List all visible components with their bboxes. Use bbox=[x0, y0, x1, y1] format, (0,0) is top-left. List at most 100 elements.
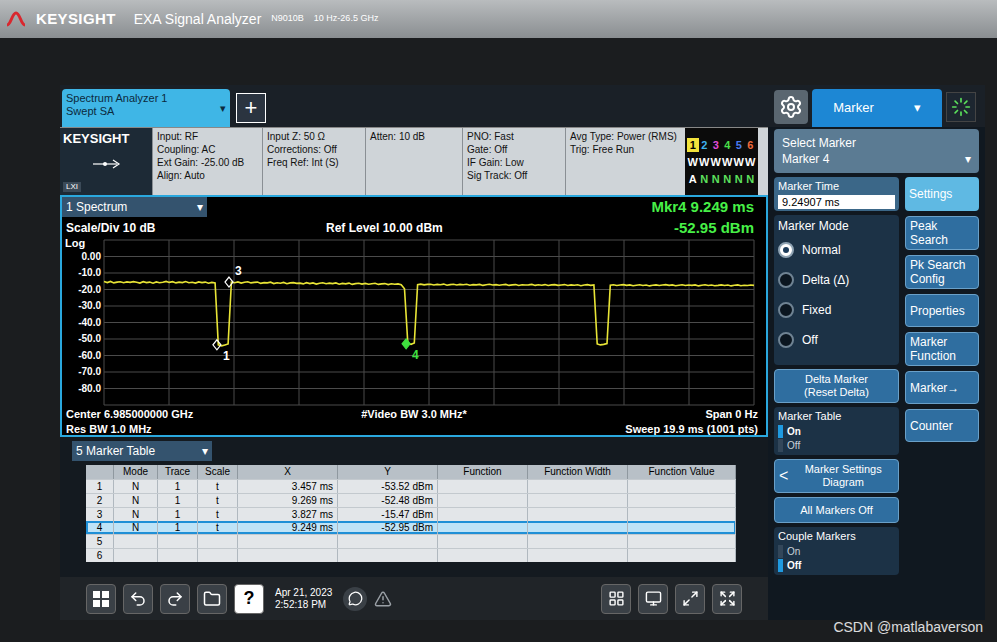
svg-text:3: 3 bbox=[235, 264, 242, 278]
marker-table-row[interactable]: 5 bbox=[86, 534, 736, 548]
marker-time-field[interactable]: 9.24907 ms bbox=[778, 195, 895, 209]
redo-button[interactable] bbox=[160, 584, 190, 614]
add-tab-button[interactable]: + bbox=[236, 93, 266, 123]
column-header: Y bbox=[338, 465, 438, 479]
chart-marker[interactable]: 3 bbox=[225, 264, 242, 287]
trace-number[interactable]: 2 bbox=[699, 138, 711, 152]
toggle-option[interactable]: Off bbox=[778, 559, 895, 572]
table-cell: 5 bbox=[86, 535, 114, 548]
measurement-tab[interactable]: Spectrum Analyzer 1Swept SA▾ bbox=[62, 89, 230, 127]
input-arrow-icon bbox=[91, 159, 121, 169]
settings-button[interactable] bbox=[774, 90, 808, 124]
select-marker[interactable]: Select MarkerMarker 4▾ bbox=[774, 129, 979, 173]
menu-button[interactable]: Pk Search Config bbox=[905, 255, 979, 289]
mode-radio[interactable]: Normal bbox=[778, 242, 895, 258]
trace-number[interactable]: 6 bbox=[745, 138, 757, 152]
grid-icon bbox=[608, 590, 625, 607]
redo-icon bbox=[166, 590, 184, 608]
folder-icon bbox=[203, 590, 221, 608]
table-cell: 4 bbox=[86, 521, 114, 534]
table-cell bbox=[628, 521, 736, 534]
help-button[interactable]: ? bbox=[234, 584, 264, 614]
toggle-option[interactable]: Off bbox=[778, 439, 895, 452]
menu-panel: Marker▾Select MarkerMarker 4▾Marker Time… bbox=[768, 85, 985, 620]
table-cell: 1 bbox=[158, 508, 198, 521]
marker-table-title[interactable]: 5 Marker Table▾ bbox=[72, 441, 212, 461]
layout-button[interactable] bbox=[601, 584, 631, 614]
mode-radio[interactable]: Delta (Δ) bbox=[778, 272, 895, 288]
trace-type: W bbox=[733, 155, 745, 169]
table-cell bbox=[628, 494, 736, 507]
column-header: Function Value bbox=[628, 465, 736, 479]
keysight-logo-icon bbox=[6, 11, 26, 27]
trace-number[interactable]: 5 bbox=[733, 138, 745, 152]
table-cell bbox=[438, 494, 528, 507]
maximize-icon bbox=[682, 590, 699, 607]
table-cell bbox=[628, 549, 736, 562]
y-tick: -50.0 bbox=[78, 333, 101, 345]
multi-view-button[interactable] bbox=[675, 584, 705, 614]
marker-table-row[interactable]: 2N1t9.269 ms-52.48 dBm bbox=[86, 493, 736, 507]
settings-group: Input Z: 50 ΩCorrections: OffFreq Ref: I… bbox=[262, 128, 365, 195]
table-cell: 1 bbox=[158, 494, 198, 507]
table-cell bbox=[438, 521, 528, 534]
trace-number[interactable]: 1 bbox=[687, 138, 699, 152]
menu-tab[interactable]: Marker▾ bbox=[812, 89, 942, 127]
marker-table-row[interactable]: 6 bbox=[86, 548, 736, 562]
chart-marker[interactable]: 1 bbox=[213, 340, 230, 363]
marker-table-row[interactable]: 1N1t3.457 ms-53.52 dBm bbox=[86, 479, 736, 493]
table-cell: N bbox=[114, 521, 158, 534]
svg-text:4: 4 bbox=[412, 348, 419, 362]
table-cell: t bbox=[198, 508, 238, 521]
marker-table-row[interactable]: 3N1t3.827 ms-15.47 dBm bbox=[86, 507, 736, 521]
file-button[interactable] bbox=[197, 584, 227, 614]
menu-button[interactable]: Marker→ bbox=[905, 371, 979, 404]
settings-diagram-button[interactable]: <Marker Settings Diagram bbox=[774, 459, 899, 493]
delta-marker-button[interactable]: Delta Marker(Reset Delta) bbox=[774, 369, 899, 403]
all-markers-off-button[interactable]: All Markers Off bbox=[774, 497, 899, 523]
y-axis: Log0.00-10.0-20.0-30.0-40.0-50.0-60.0-70… bbox=[62, 237, 104, 407]
trace-number[interactable]: 4 bbox=[722, 138, 734, 152]
chat-icon bbox=[348, 591, 363, 606]
table-cell: 2 bbox=[86, 494, 114, 507]
table-cell: 1 bbox=[158, 521, 198, 534]
menu-button[interactable]: Properties bbox=[905, 294, 979, 327]
marker-table: ModeTraceScaleXYFunctionFunction WidthFu… bbox=[86, 465, 736, 562]
couple-markers-toggle[interactable]: Couple MarkersOnOff bbox=[774, 527, 899, 575]
undo-button[interactable] bbox=[123, 584, 153, 614]
warning-icon[interactable] bbox=[374, 590, 392, 608]
marker-table-toggle[interactable]: Marker TableOnOff bbox=[774, 407, 899, 455]
toggle-option[interactable]: On bbox=[778, 545, 895, 558]
chart-marker[interactable]: 4 bbox=[402, 339, 419, 362]
menu-button[interactable]: Counter bbox=[905, 409, 979, 442]
table-cell bbox=[338, 535, 438, 548]
window-button[interactable] bbox=[638, 584, 668, 614]
trace-number[interactable]: 3 bbox=[710, 138, 722, 152]
table-cell: -53.52 dBm bbox=[338, 480, 438, 493]
toggle-option[interactable]: On bbox=[778, 425, 895, 438]
trace-type: W bbox=[745, 155, 757, 169]
menu-button[interactable]: Settings bbox=[905, 177, 979, 211]
marker-readout-label: Mkr4 9.249 ms bbox=[651, 197, 766, 217]
marker-table-row[interactable]: 4N1t9.249 ms-52.95 dBm bbox=[86, 521, 736, 534]
mode-radio[interactable]: Off bbox=[778, 332, 895, 348]
table-cell bbox=[238, 535, 338, 548]
marker-readout-value: -52.95 dBm bbox=[674, 217, 762, 240]
status-button[interactable] bbox=[946, 92, 976, 122]
window-title[interactable]: 1 Spectrum▾ bbox=[62, 197, 207, 217]
start-button[interactable] bbox=[86, 584, 116, 614]
mode-radio[interactable]: Fixed bbox=[778, 302, 895, 318]
windows-icon bbox=[93, 591, 109, 607]
table-cell: 9.269 ms bbox=[238, 494, 338, 507]
table-cell: 3.457 ms bbox=[238, 480, 338, 493]
trace-detector: N bbox=[745, 172, 757, 186]
table-cell bbox=[114, 549, 158, 562]
table-cell bbox=[628, 535, 736, 548]
table-cell bbox=[338, 549, 438, 562]
full-screen-button[interactable] bbox=[712, 584, 742, 614]
messages-button[interactable] bbox=[343, 587, 367, 611]
trace-detector: N bbox=[710, 172, 722, 186]
menu-button[interactable]: Peak Search bbox=[905, 216, 979, 250]
menu-button[interactable]: Marker Function bbox=[905, 332, 979, 366]
table-cell bbox=[198, 549, 238, 562]
